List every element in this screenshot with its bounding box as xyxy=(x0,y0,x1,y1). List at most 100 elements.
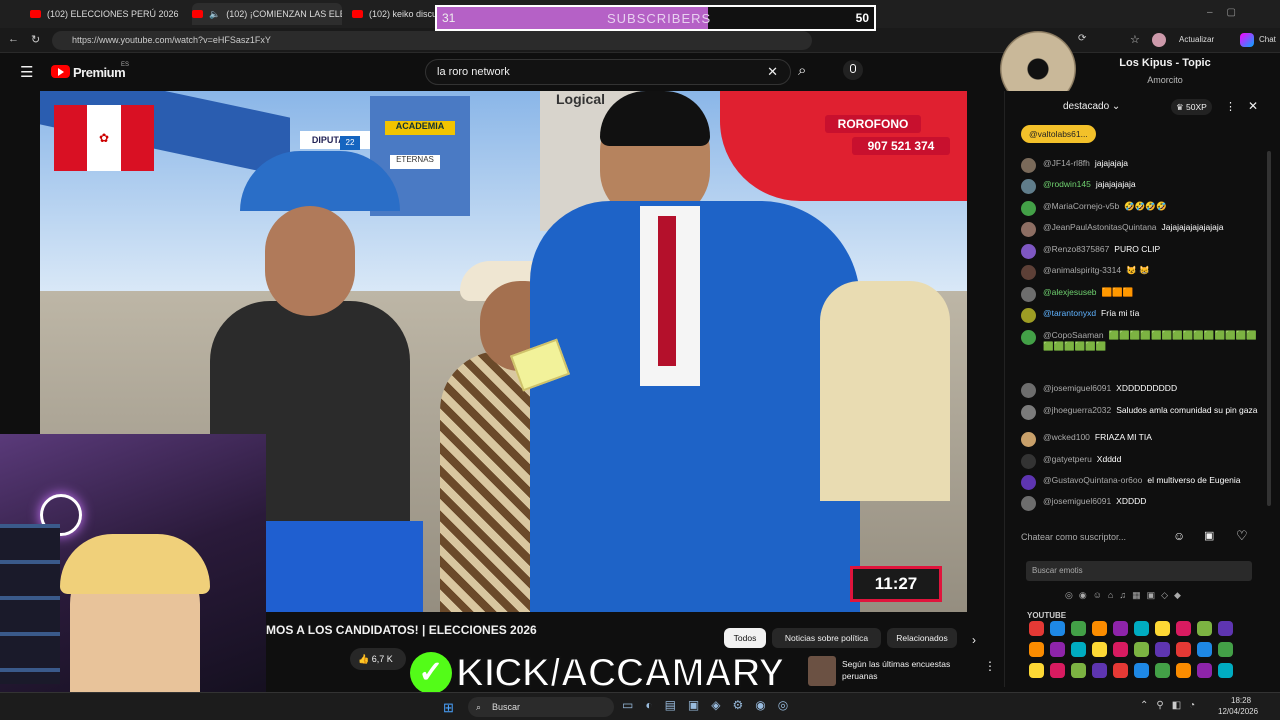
chat-username[interactable]: @josemiguel6091 xyxy=(1043,496,1111,506)
url-field[interactable]: https://www.youtube.com/watch?v=eHFSasz1… xyxy=(52,31,812,50)
chat-menu-icon[interactable]: ⋮ xyxy=(1225,100,1236,113)
emote[interactable] xyxy=(1092,642,1107,657)
avatar[interactable] xyxy=(1021,383,1036,398)
like-button[interactable]: 👍 6,7 K xyxy=(350,648,406,670)
emote[interactable] xyxy=(1218,621,1233,636)
chat-username[interactable]: @rodwin145 xyxy=(1043,179,1091,189)
chevron-right-icon[interactable]: › xyxy=(972,633,976,647)
chat-username[interactable]: @JF14-rl8fh xyxy=(1043,158,1090,168)
emote[interactable] xyxy=(1218,642,1233,657)
emote[interactable] xyxy=(1113,621,1128,636)
heart-icon[interactable]: ♡ xyxy=(1236,528,1248,544)
reload-icon[interactable]: ↻ xyxy=(31,33,40,46)
emote[interactable] xyxy=(1176,642,1191,657)
pinned-user-badge[interactable]: @valtolabs61... xyxy=(1021,125,1096,143)
window-controls[interactable]: –▢ xyxy=(1207,7,1250,18)
avatar[interactable] xyxy=(1021,330,1036,345)
emote[interactable] xyxy=(1029,642,1044,657)
chat-username[interactable]: @gatyetperu xyxy=(1043,454,1092,464)
search-input[interactable]: la roro network ✕ xyxy=(425,59,791,85)
chat-username[interactable]: @animalspiritg-3314 xyxy=(1043,265,1121,275)
browser-tab-2[interactable]: 🔈(102) ¡COMIENZAN LAS ELEC✕ xyxy=(192,3,342,25)
avatar[interactable] xyxy=(1021,201,1036,216)
emote-search-input[interactable]: Buscar emotis xyxy=(1026,561,1252,581)
chip-politics[interactable]: Noticias sobre política xyxy=(772,628,881,648)
avatar[interactable] xyxy=(1021,475,1036,490)
avatar[interactable] xyxy=(1021,179,1036,194)
emote[interactable] xyxy=(1155,663,1170,678)
avatar[interactable] xyxy=(1021,287,1036,302)
emote[interactable] xyxy=(1071,663,1086,678)
chat-username[interactable]: @MariaCornejo-v5b xyxy=(1043,201,1119,211)
emote[interactable] xyxy=(1197,663,1212,678)
emote[interactable] xyxy=(1092,663,1107,678)
emote[interactable] xyxy=(1029,663,1044,678)
chat-username[interactable]: @jhoeguerra2032 xyxy=(1043,405,1111,415)
chip-related[interactable]: Relacionados xyxy=(887,628,957,648)
avatar[interactable] xyxy=(1021,405,1036,420)
emote[interactable] xyxy=(1071,621,1086,636)
emote[interactable] xyxy=(1050,642,1065,657)
emote[interactable] xyxy=(1134,642,1149,657)
extensions-icon[interactable]: ⟳ xyxy=(1078,33,1086,44)
chat-username[interactable]: @Renzo8375867 xyxy=(1043,244,1109,254)
related-thumbnail[interactable] xyxy=(808,656,836,686)
profile-avatar[interactable] xyxy=(1152,33,1166,47)
browser-tab-1[interactable]: (102) ELECCIONES PERÚ 2026 EN✕ xyxy=(30,3,180,25)
menu-icon[interactable]: ☰ xyxy=(20,63,33,81)
back-icon[interactable]: ← xyxy=(8,33,19,45)
emote[interactable] xyxy=(1092,621,1107,636)
clear-search-icon[interactable]: ✕ xyxy=(767,60,778,84)
emote[interactable] xyxy=(1197,642,1212,657)
star-icon[interactable]: ☆ xyxy=(1130,33,1140,46)
emote[interactable] xyxy=(1176,621,1191,636)
avatar[interactable] xyxy=(1021,454,1036,469)
chat-username[interactable]: @JeanPaulAstonitasQuintana xyxy=(1043,222,1157,232)
close-chat-icon[interactable]: ✕ xyxy=(1248,99,1258,113)
emote[interactable] xyxy=(1176,663,1191,678)
avatar[interactable] xyxy=(1021,432,1036,447)
youtube-logo-icon[interactable] xyxy=(51,65,70,78)
emoji-icon[interactable]: ☺ xyxy=(1173,529,1185,543)
avatar[interactable] xyxy=(1021,265,1036,280)
emote[interactable] xyxy=(1134,663,1149,678)
avatar[interactable] xyxy=(1021,308,1036,323)
emote-grid[interactable] xyxy=(1029,621,1239,683)
chat-input[interactable]: Chatear como suscriptor... xyxy=(1021,525,1186,549)
chat-username[interactable]: @wcked100 xyxy=(1043,432,1090,442)
emote[interactable] xyxy=(1155,621,1170,636)
emote-category-icons[interactable]: ◎◉☺⌂♫▦▣◇◆ xyxy=(1065,590,1187,601)
chat-scrollbar[interactable] xyxy=(1267,151,1271,506)
emote[interactable] xyxy=(1050,663,1065,678)
emote[interactable] xyxy=(1113,642,1128,657)
avatar[interactable] xyxy=(1021,158,1036,173)
taskbar-search[interactable]: ⌕ Buscar xyxy=(468,697,614,717)
chat-mode-dropdown[interactable]: destacado ⌄ xyxy=(1063,101,1120,112)
windows-start-icon[interactable]: ⊞ xyxy=(443,700,454,716)
chat-username[interactable]: @CopoSaaman xyxy=(1043,330,1104,340)
copilot-icon[interactable] xyxy=(1240,33,1254,47)
update-button[interactable]: Actualizar xyxy=(1179,35,1214,44)
avatar[interactable] xyxy=(1021,496,1036,511)
chip-all[interactable]: Todos xyxy=(724,628,766,648)
chat-button[interactable]: Chat xyxy=(1259,35,1276,44)
avatar[interactable] xyxy=(1021,244,1036,259)
chat-username[interactable]: @GustavoQuintana-or6oo xyxy=(1043,475,1142,485)
emote[interactable] xyxy=(1197,621,1212,636)
emote[interactable] xyxy=(1113,663,1128,678)
chat-username[interactable]: @tarantonyxd xyxy=(1043,308,1096,318)
emote[interactable] xyxy=(1134,621,1149,636)
more-icon[interactable]: ⋮ xyxy=(984,659,996,673)
points-badge[interactable]: ♛ 50XP xyxy=(1171,99,1212,115)
emote[interactable] xyxy=(1218,663,1233,678)
related-title[interactable]: Según las últimas encuestas peruanas xyxy=(842,658,978,682)
system-tray[interactable]: ⌃⚲◧◔ xyxy=(1140,700,1203,711)
search-icon[interactable]: ⌕ xyxy=(798,62,806,79)
avatar[interactable] xyxy=(1021,222,1036,237)
gift-icon[interactable]: ▣ xyxy=(1204,529,1214,542)
youtube-logo-text[interactable]: Premium xyxy=(73,65,126,80)
emote[interactable] xyxy=(1050,621,1065,636)
emote[interactable] xyxy=(1071,642,1086,657)
microphone-icon[interactable] xyxy=(843,60,863,80)
emote[interactable] xyxy=(1029,621,1044,636)
